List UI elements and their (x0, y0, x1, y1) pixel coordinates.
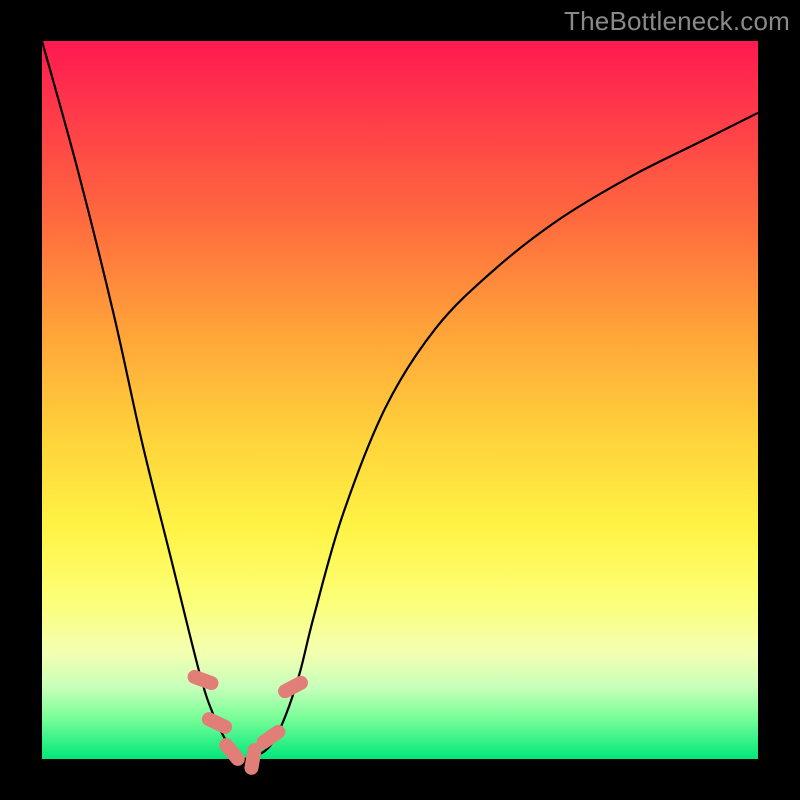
bottleneck-curve (42, 41, 758, 759)
watermark-label: TheBottleneck.com (564, 6, 790, 37)
chart-frame: TheBottleneck.com (0, 0, 800, 800)
plot-area (42, 41, 758, 759)
